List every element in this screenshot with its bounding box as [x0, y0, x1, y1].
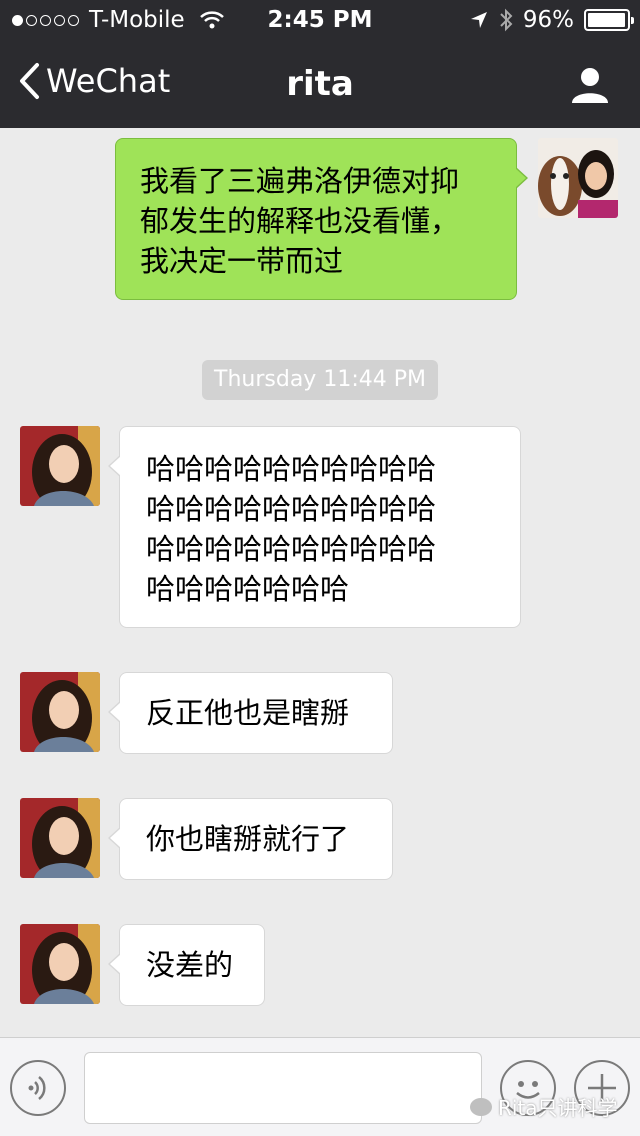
- bluetooth-icon: [500, 8, 513, 32]
- message-line: 反正他也是瞎掰: [146, 696, 350, 730]
- battery-icon: [584, 9, 634, 31]
- location-arrow-icon: [470, 12, 487, 28]
- watermark: Rita只讲科学: [470, 1092, 618, 1121]
- message-line: 哈哈哈哈哈哈哈哈哈哈: [146, 452, 437, 486]
- watermark-text: Rita只讲科学: [498, 1096, 618, 1120]
- my-avatar[interactable]: [538, 138, 618, 218]
- nav-bar: WeChat rita: [0, 40, 640, 128]
- message-line: 哈哈哈哈哈哈哈哈哈哈: [146, 532, 437, 566]
- input-bar: [0, 1037, 640, 1136]
- message-input[interactable]: [84, 1052, 482, 1124]
- message-line: 郁发生的解释也没看懂，: [140, 204, 460, 238]
- status-bar: T-Mobile 2:45 PM 96%: [0, 0, 640, 40]
- received-message-bubble[interactable]: 反正他也是瞎掰: [108, 672, 393, 754]
- message-line: 哈哈哈哈哈哈哈: [146, 572, 350, 606]
- person-icon[interactable]: [570, 66, 610, 104]
- voice-icon: [28, 1076, 46, 1100]
- top-bar: T-Mobile 2:45 PM 96% WeChat rita: [0, 0, 640, 128]
- status-right: 96%: [469, 7, 634, 33]
- message-line: 没差的: [146, 948, 234, 982]
- contact-avatar[interactable]: [20, 426, 100, 506]
- message-line: 你也瞎掰就行了: [146, 822, 350, 856]
- received-message-bubble[interactable]: 哈哈哈哈哈哈哈哈哈哈 哈哈哈哈哈哈哈哈哈哈 哈哈哈哈哈哈哈哈哈哈 哈哈哈哈哈哈哈: [108, 426, 521, 628]
- contact-avatar[interactable]: [20, 672, 100, 752]
- voice-button[interactable]: [10, 1060, 66, 1116]
- contact-avatar[interactable]: [20, 798, 100, 878]
- contact-avatar[interactable]: [20, 924, 100, 1004]
- message-line: 我看了三遍弗洛伊德对抑: [140, 164, 460, 198]
- battery-percent: 96%: [522, 7, 574, 33]
- received-message-bubble[interactable]: 你也瞎掰就行了: [108, 798, 393, 880]
- chat-title: rita: [286, 64, 354, 104]
- message-line: 哈哈哈哈哈哈哈哈哈哈: [146, 492, 437, 526]
- message-line: 我决定一带而过: [140, 244, 344, 278]
- received-message-bubble[interactable]: 没差的: [108, 924, 265, 1006]
- wechat-logo-icon: [470, 1097, 492, 1116]
- message-timestamp: Thursday 11:44 PM: [202, 360, 438, 400]
- sent-message-bubble[interactable]: 我看了三遍弗洛伊德对抑 郁发生的解释也没看懂， 我决定一带而过: [115, 138, 528, 300]
